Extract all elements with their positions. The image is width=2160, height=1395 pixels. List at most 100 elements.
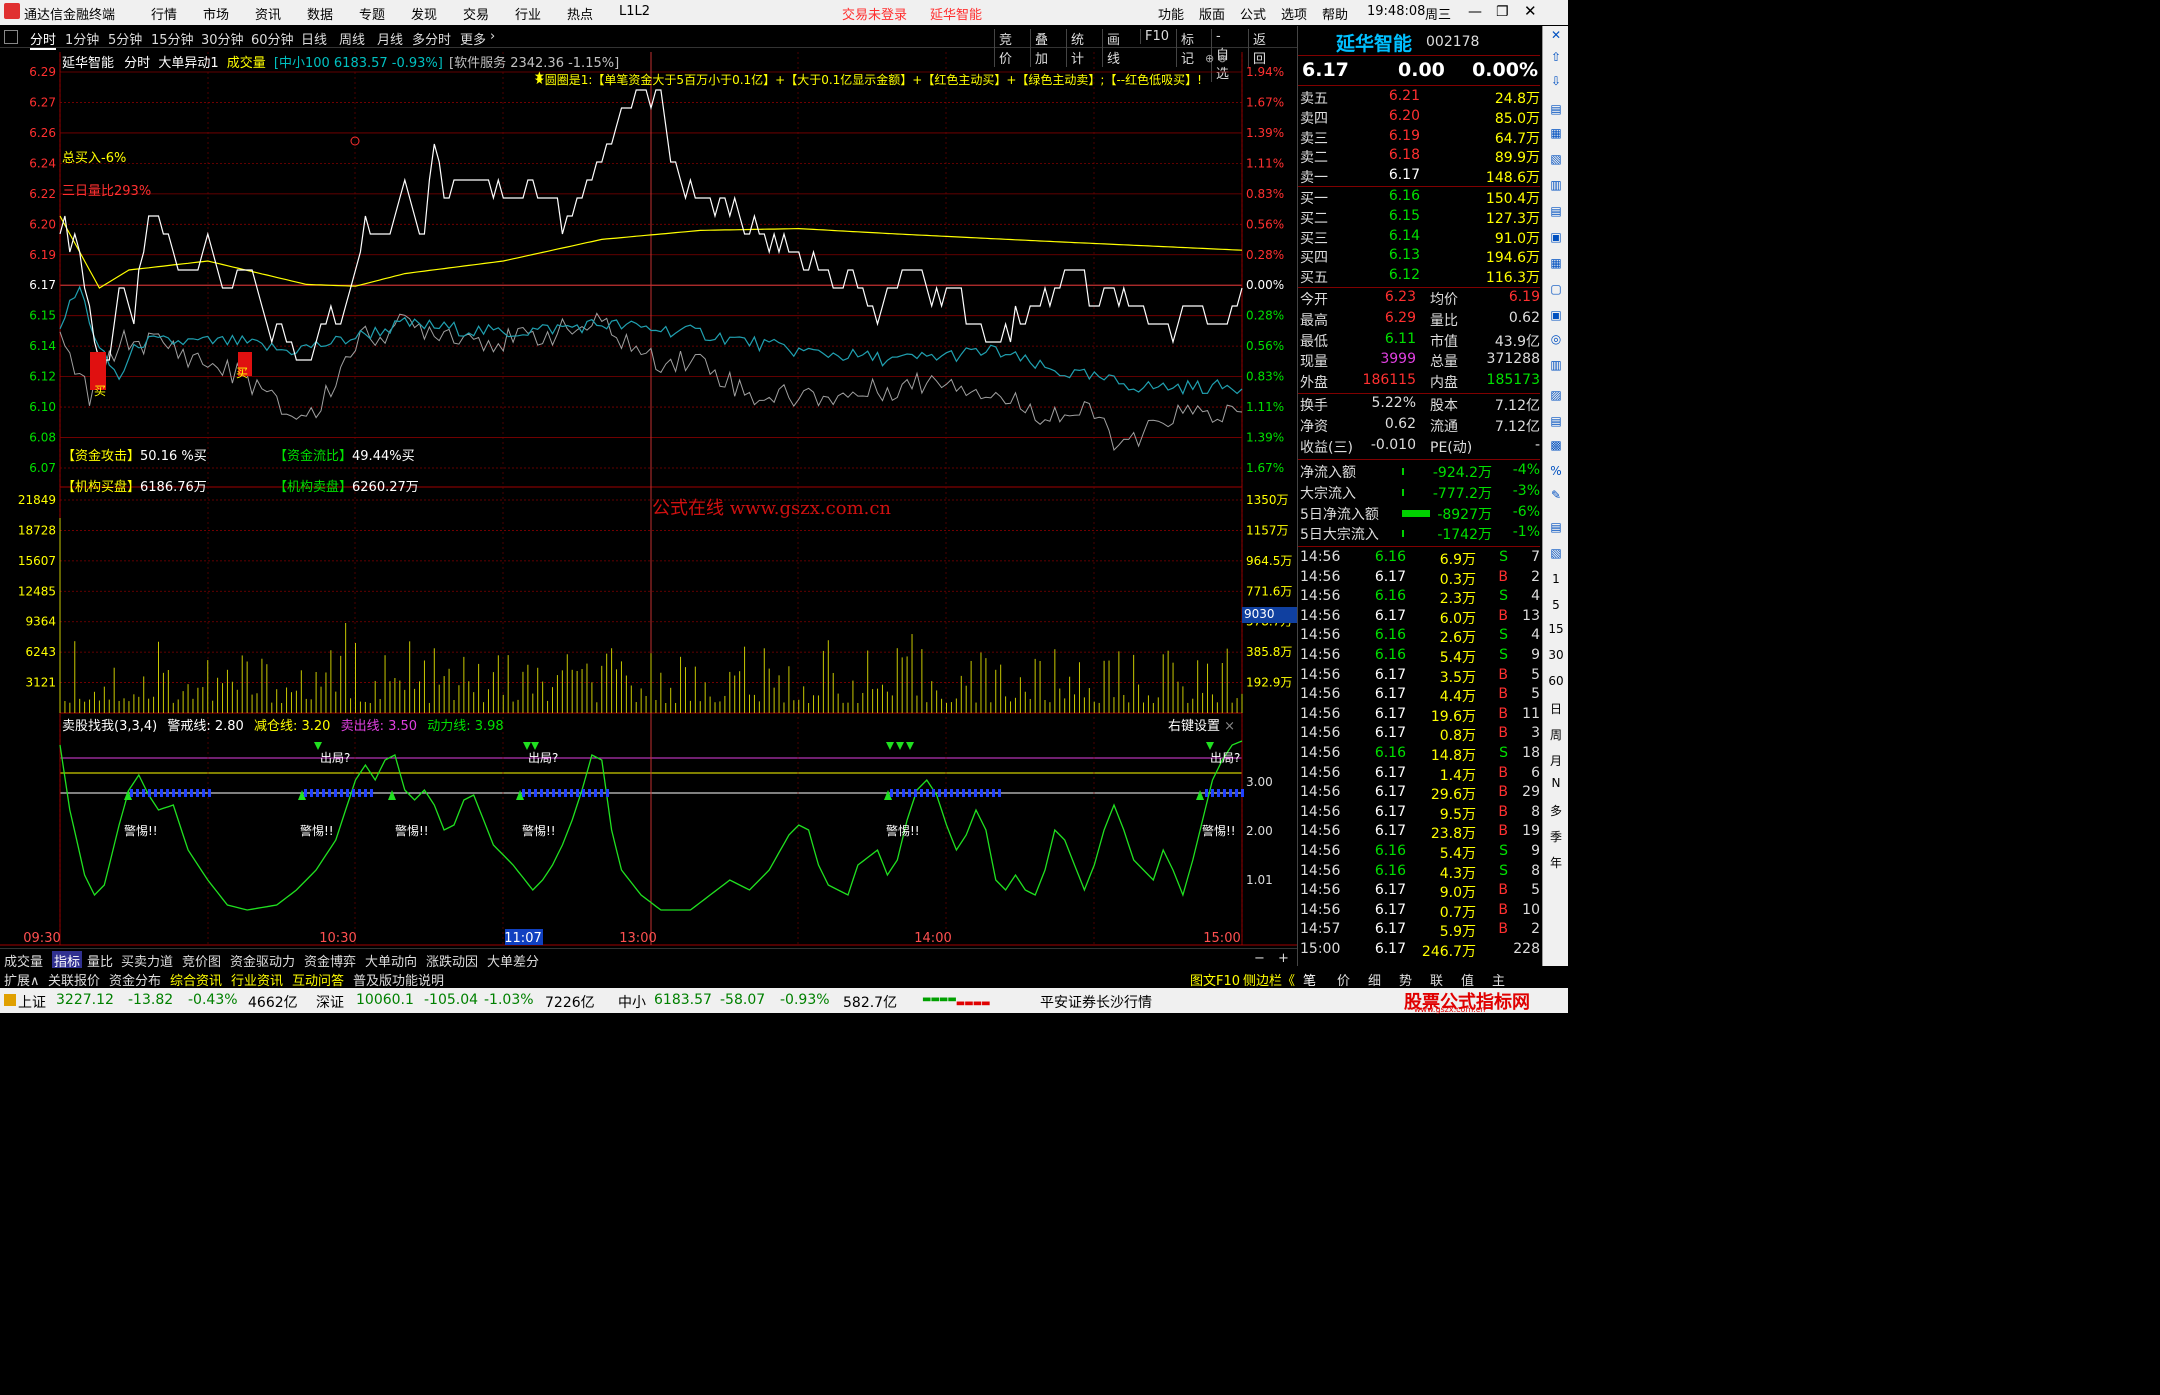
tool-f10[interactable]: F10 (1140, 29, 1169, 44)
ask-label: 卖二 (1300, 150, 1328, 167)
menu-hot[interactable]: 热点 (567, 4, 593, 23)
compare-icon[interactable]: ◎ (1546, 332, 1566, 346)
menu-industry[interactable]: 行业 (515, 4, 541, 23)
menu-trade[interactable]: 交易 (463, 4, 489, 23)
refresh-icon[interactable]: ▧ (1546, 546, 1566, 560)
menu-function[interactable]: 功能 (1158, 4, 1184, 23)
right-click-settings[interactable]: 右键设置 × (1168, 715, 1235, 734)
tab-60min[interactable]: 60分钟 (251, 29, 294, 48)
menu-news[interactable]: 资讯 (255, 4, 281, 23)
period-60-icon[interactable]: 60 (1546, 674, 1566, 688)
tab-weekly[interactable]: 周线 (339, 29, 365, 48)
pen-icon[interactable]: ✎ (1546, 488, 1566, 502)
tab-general-news[interactable]: 综合资讯 (170, 970, 222, 989)
tab-expand[interactable]: 扩展∧ (4, 970, 40, 989)
period-year-icon[interactable]: 年 (1546, 854, 1566, 871)
menu-quotes[interactable]: 行情 (151, 4, 177, 23)
chart-expand-icon[interactable]: ⊕ ⊗ (1205, 52, 1227, 65)
intraday-chart[interactable]: 6.29 6.27 6.26 6.24 6.22 6.20 6.19 6.17 6.15 6.14… (0, 48, 1297, 948)
tab-15min[interactable]: 15分钟 (151, 29, 194, 48)
flow-pct: -4% (1512, 462, 1540, 478)
tab-detail[interactable]: 细 (1368, 970, 1381, 989)
pct-axis-label: 1.39% (1246, 431, 1284, 445)
menu-market[interactable]: 市场 (203, 4, 229, 23)
tick-price: 6.16 (1374, 627, 1406, 644)
period-day-icon[interactable]: 日 (1546, 700, 1566, 717)
restore-icon[interactable]: ❐ (1496, 4, 1509, 20)
sz-index-name[interactable]: 深证 (316, 992, 344, 1012)
trend-icon[interactable]: ▨ (1546, 388, 1566, 402)
menu-discover[interactable]: 发现 (411, 4, 437, 23)
close-icon[interactable]: ✕ (1546, 28, 1566, 42)
grid-icon[interactable]: ▦ (1546, 256, 1566, 270)
kline-icon[interactable]: ▥ (1546, 178, 1566, 192)
bid-price: 6.15 (1388, 207, 1420, 224)
close-icon[interactable]: ✕ (1524, 2, 1537, 20)
period-5-icon[interactable]: 5 (1546, 598, 1566, 612)
tab-ticks[interactable]: 笔 (1303, 970, 1316, 989)
formula-icon[interactable]: ▤ (1546, 520, 1566, 534)
menu-data[interactable]: 数据 (307, 4, 333, 23)
tab-f10-graphic[interactable]: 图文F10 (1190, 970, 1240, 989)
sell-zone-mark (1229, 789, 1232, 797)
tab-fund-distribution[interactable]: 资金分布 (109, 970, 161, 989)
period-30-icon[interactable]: 30 (1546, 648, 1566, 662)
vol-ratio-label: 三日量比293% (62, 184, 152, 199)
candle-icon[interactable]: ▤ (1546, 414, 1566, 428)
stat-value: 6.23 (1384, 289, 1416, 305)
period-multi-icon[interactable]: 多 (1546, 802, 1566, 819)
menu-layout[interactable]: 版面 (1199, 4, 1225, 23)
tab-link[interactable]: 联 (1430, 970, 1443, 989)
tab-multi-intraday[interactable]: 多分时 (412, 29, 451, 48)
minimize-icon[interactable]: — (1468, 4, 1482, 20)
tab-monthly[interactable]: 月线 (377, 29, 403, 48)
tab-more[interactable]: 更多 (460, 29, 486, 48)
chart-icon[interactable]: ▤ (1546, 102, 1566, 116)
tab-30min[interactable]: 30分钟 (201, 29, 244, 48)
tab-sidebar[interactable]: 侧边栏《 (1243, 970, 1295, 989)
info-icon[interactable]: ▣ (1546, 308, 1566, 322)
bars-icon[interactable]: ▥ (1546, 358, 1566, 372)
tab-industry-news[interactable]: 行业资讯 (231, 970, 283, 989)
period-month-icon[interactable]: 月 (1546, 752, 1566, 769)
menu-l1l2[interactable]: L1L2 (619, 4, 650, 19)
arrow-down-icon[interactable]: ⇩ (1546, 74, 1566, 88)
tab-related-quotes[interactable]: 关联报价 (48, 970, 100, 989)
menu-formula[interactable]: 公式 (1240, 4, 1266, 23)
tab-qa[interactable]: 互动问答 (292, 970, 344, 989)
period-week-icon[interactable]: 周 (1546, 726, 1566, 743)
period-n-icon[interactable]: N (1546, 776, 1566, 790)
tab-intraday[interactable]: 分时 (30, 29, 57, 50)
trade-login-status[interactable]: 交易未登录 (842, 4, 907, 23)
percent-icon[interactable]: % (1546, 464, 1566, 478)
plus-icon[interactable]: + (1278, 951, 1289, 966)
depth-icon[interactable]: ▩ (1546, 438, 1566, 452)
tick-row: 14:57 6.17 5.9万 B 2 (1300, 921, 1540, 940)
tab-value[interactable]: 值 (1461, 970, 1474, 989)
period-15-icon[interactable]: 15 (1546, 622, 1566, 636)
list-icon[interactable]: ▤ (1546, 204, 1566, 218)
tab-trend[interactable]: 势 (1399, 970, 1412, 989)
tab-edition-info[interactable]: 普及版功能说明 (353, 970, 444, 989)
minus-icon[interactable]: − (1254, 951, 1265, 966)
tab-1min[interactable]: 1分钟 (65, 29, 99, 48)
sme-index-name[interactable]: 中小 (618, 992, 646, 1012)
tab-main[interactable]: 主 (1492, 970, 1505, 989)
menu-topics[interactable]: 专题 (359, 4, 385, 23)
menu-options[interactable]: 选项 (1281, 4, 1307, 23)
table-icon[interactable]: ▦ (1546, 126, 1566, 140)
tab-5min[interactable]: 5分钟 (108, 29, 142, 48)
arrow-up-icon[interactable]: ⇧ (1546, 50, 1566, 64)
sell-zone-mark (944, 789, 947, 797)
line-chart-icon[interactable]: ▧ (1546, 152, 1566, 166)
tab-price[interactable]: 价 (1337, 970, 1350, 989)
tab-daily[interactable]: 日线 (301, 29, 327, 48)
menu-help[interactable]: 帮助 (1322, 4, 1348, 23)
fund-icon[interactable]: ▣ (1546, 230, 1566, 244)
panel-toggle-icon[interactable] (4, 30, 18, 44)
sh-index-name[interactable]: 上证 (18, 992, 46, 1012)
sell-zone-mark (546, 789, 549, 797)
period-season-icon[interactable]: 季 (1546, 828, 1566, 845)
doc-icon[interactable]: ▢ (1546, 282, 1566, 296)
period-1-icon[interactable]: 1 (1546, 572, 1566, 586)
